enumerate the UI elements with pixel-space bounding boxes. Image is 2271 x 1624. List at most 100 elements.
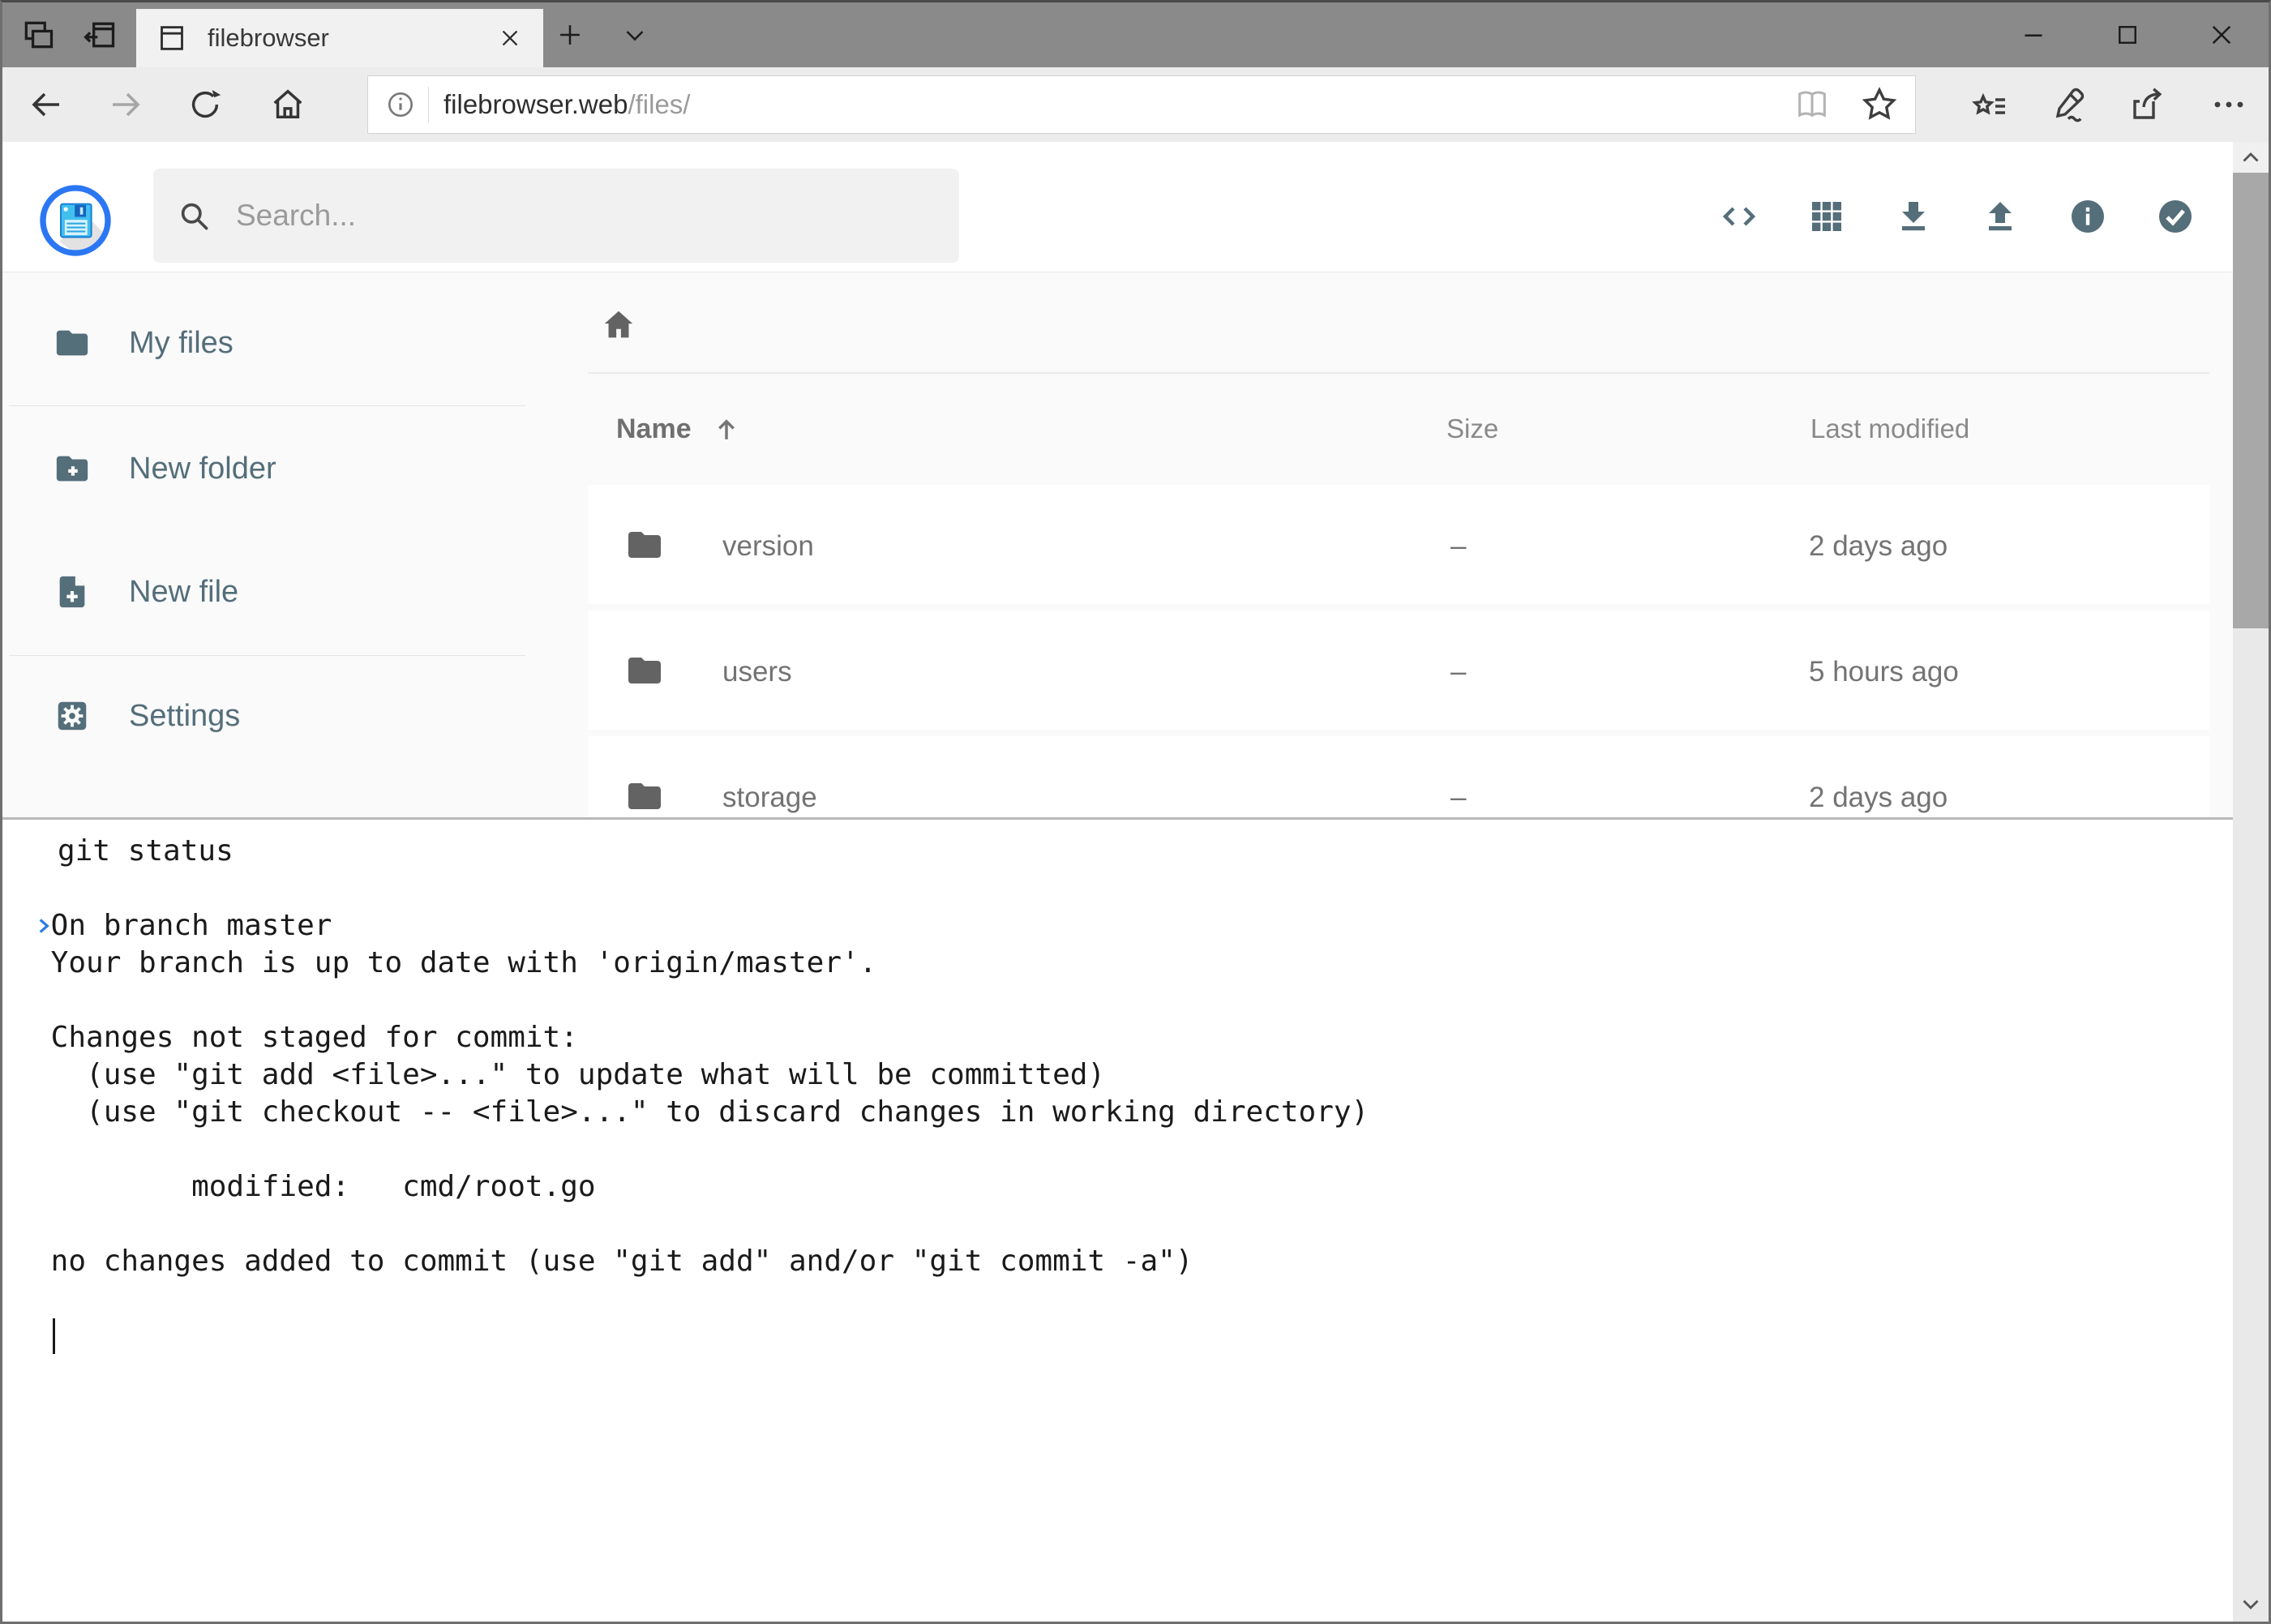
- maximize-button[interactable]: [2080, 2, 2175, 67]
- tab-preview-icon[interactable]: [12, 2, 64, 67]
- reading-view-icon[interactable]: [1793, 86, 1831, 123]
- check-circle-icon[interactable]: [2156, 197, 2195, 236]
- file-modified: 2 days ago: [1809, 782, 1947, 814]
- sidebar-item-label: Settings: [129, 699, 240, 734]
- file-plus-icon: [54, 573, 91, 611]
- breadcrumb-home-icon[interactable]: [600, 306, 637, 344]
- file-size: –: [1450, 782, 1466, 814]
- grid-view-icon[interactable]: [1807, 197, 1846, 236]
- sidebar-item-label: New folder: [129, 452, 276, 486]
- terminal-output-line: Your branch is up to date with 'origin/m…: [33, 945, 2233, 982]
- scroll-up-icon[interactable]: [2233, 142, 2269, 174]
- terminal-prompt-line: git status: [33, 833, 2233, 870]
- browser-tab[interactable]: filebrowser: [136, 9, 543, 67]
- url-field[interactable]: filebrowser.web /files/: [367, 75, 1916, 134]
- terminal-output-line: (use "git add <file>..." to update what …: [33, 1056, 2233, 1094]
- url-separator: [428, 87, 429, 122]
- tab-list-chevron-icon[interactable]: [609, 2, 661, 67]
- folder-plus-icon: [54, 450, 91, 487]
- site-info-icon[interactable]: [384, 88, 417, 121]
- search-input[interactable]: Search...: [153, 169, 959, 263]
- refresh-icon[interactable]: [176, 67, 234, 142]
- sidebar-item-label: My files: [129, 326, 234, 361]
- terminal-output-line: On branch master: [33, 907, 2233, 945]
- address-bar: filebrowser.web /files/: [2, 67, 2269, 142]
- search-placeholder: Search...: [236, 199, 356, 233]
- filebrowser-logo[interactable]: [36, 181, 115, 260]
- terminal-output-line: [33, 870, 2233, 907]
- page-icon: [156, 22, 188, 54]
- listing-header: Name Size Last modified: [588, 409, 2209, 454]
- sidebar-item-label: New file: [129, 575, 238, 610]
- folder-icon: [625, 651, 664, 690]
- download-icon[interactable]: [1894, 197, 1933, 236]
- forward-icon[interactable]: [96, 67, 155, 142]
- upload-icon[interactable]: [1981, 197, 2020, 236]
- sidebar-divider: [9, 655, 525, 656]
- folder-icon: [625, 525, 664, 564]
- terminal-output-line: [33, 982, 2233, 1019]
- minimize-button[interactable]: [1986, 2, 2080, 67]
- back-icon[interactable]: [17, 67, 75, 142]
- terminal-output-line: [33, 1280, 2233, 1318]
- share-icon[interactable]: [2119, 67, 2177, 142]
- new-tab-icon[interactable]: [544, 2, 596, 67]
- tab-close-icon[interactable]: [496, 24, 524, 52]
- file-name: version: [722, 530, 814, 563]
- set-tabs-aside-icon[interactable]: [74, 2, 126, 67]
- terminal-panel[interactable]: git status On branch master Your branch …: [2, 817, 2233, 1622]
- terminal-output-line: no changes added to commit (use "git add…: [33, 1243, 2233, 1280]
- code-view-icon[interactable]: [1720, 197, 1759, 236]
- text-cursor: [53, 1318, 55, 1354]
- window-controls: [1986, 2, 2269, 67]
- favorite-star-icon[interactable]: [1860, 85, 1899, 124]
- terminal-output-line: Changes not staged for commit:: [33, 1019, 2233, 1056]
- search-icon: [176, 198, 212, 234]
- hub-favorites-icon[interactable]: [1960, 67, 2019, 142]
- sidebar-item-my-files[interactable]: My files: [2, 307, 529, 379]
- home-icon[interactable]: [259, 67, 317, 142]
- file-name: users: [722, 656, 792, 688]
- file-name: storage: [722, 782, 817, 814]
- settings-gear-icon: [54, 697, 91, 735]
- filebrowser-header: Search...: [2, 142, 2269, 272]
- browser-window: filebrowser: [0, 0, 2271, 1624]
- scroll-down-icon[interactable]: [2233, 1588, 2269, 1620]
- terminal-output-line: [33, 1206, 2233, 1243]
- sort-ascending-icon: [711, 414, 742, 445]
- tab-bar: filebrowser: [2, 2, 2269, 67]
- listing-divider: [588, 372, 2209, 374]
- url-host: filebrowser.web: [443, 89, 628, 120]
- file-row-version[interactable]: version – 2 days ago: [588, 485, 2209, 604]
- file-listing: Name Size Last modified version – 2 days…: [588, 272, 2209, 817]
- file-size: –: [1450, 530, 1466, 563]
- terminal-output-line: [33, 1131, 2233, 1168]
- web-note-pen-icon[interactable]: [2038, 67, 2097, 142]
- close-button[interactable]: [2175, 2, 2269, 67]
- column-header-size[interactable]: Size: [1446, 413, 1498, 444]
- more-options-icon[interactable]: [2200, 67, 2258, 142]
- sidebar-item-new-folder[interactable]: New folder: [2, 433, 529, 504]
- column-header-name[interactable]: Name: [616, 413, 742, 445]
- file-row-users[interactable]: users – 5 hours ago: [588, 611, 2209, 730]
- file-modified: 2 days ago: [1809, 530, 1947, 563]
- folder-icon: [625, 777, 664, 816]
- sidebar-divider: [9, 405, 525, 406]
- column-header-modified[interactable]: Last modified: [1810, 413, 1969, 444]
- page-content: My files New folder: [2, 272, 2269, 817]
- info-icon[interactable]: [2068, 197, 2107, 236]
- tab-title: filebrowser: [208, 24, 496, 53]
- file-row-storage[interactable]: storage – 2 days ago: [588, 736, 2209, 817]
- sidebar-item-new-file[interactable]: New file: [2, 556, 529, 628]
- folder-icon: [54, 324, 91, 362]
- url-path: /files/: [628, 89, 690, 120]
- file-size: –: [1450, 656, 1466, 688]
- scrollbar-thumb[interactable]: [2233, 173, 2269, 628]
- sidebar: My files New folder: [2, 272, 529, 817]
- terminal-cursor-line: [33, 1318, 2233, 1355]
- terminal-command: git status: [58, 833, 234, 870]
- terminal-output-line: (use "git checkout -- <file>..." to disc…: [33, 1094, 2233, 1131]
- page-scrollbar[interactable]: [2233, 142, 2269, 1622]
- sidebar-item-settings[interactable]: Settings: [2, 680, 529, 752]
- prompt-chevron-icon: [33, 837, 54, 866]
